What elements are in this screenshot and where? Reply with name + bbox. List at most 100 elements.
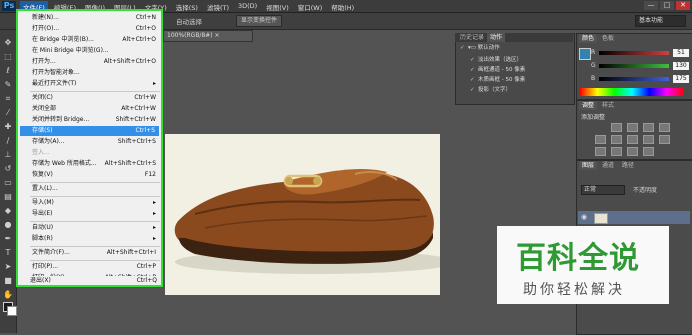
healing-brush-tool-icon[interactable]: ✚ bbox=[3, 122, 13, 132]
color-balance-icon[interactable] bbox=[627, 135, 638, 144]
menu-item-place[interactable]: 置入(L)... bbox=[30, 184, 160, 194]
type-tool-icon[interactable]: T bbox=[3, 248, 13, 258]
visibility-eye-icon[interactable]: ◉ bbox=[581, 213, 587, 221]
pen-tool-icon[interactable]: ✒ bbox=[3, 234, 13, 244]
menu-item-open[interactable]: 打开(O)... Ctrl+O bbox=[30, 24, 160, 34]
menu-item-save-as[interactable]: 存储为(A)... Shift+Ctrl+S bbox=[30, 137, 160, 147]
menu-item-close-all[interactable]: 关闭全部 Alt+Ctrl+W bbox=[30, 104, 160, 114]
levels-icon[interactable] bbox=[627, 123, 638, 132]
checkmark-icon[interactable]: ✓ bbox=[470, 86, 475, 95]
close-button[interactable]: ✕ bbox=[676, 1, 690, 10]
menu-item-print[interactable]: 打印(P)... Ctrl+P bbox=[30, 262, 160, 272]
show-transform-button[interactable]: 显示变换控件 bbox=[236, 15, 283, 27]
history-brush-tool-icon[interactable]: ↺ bbox=[3, 164, 13, 174]
brush-tool-icon[interactable]: ∕ bbox=[3, 136, 13, 146]
workspace-dropdown[interactable]: 基本功能 bbox=[635, 15, 686, 27]
tab-history[interactable]: 历史记录 bbox=[457, 33, 487, 42]
menu-item-open-as[interactable]: 打开为... Alt+Shift+Ctrl+O bbox=[30, 57, 160, 67]
curves-icon[interactable] bbox=[643, 123, 654, 132]
menu-help[interactable]: 帮助(H) bbox=[328, 1, 357, 13]
menu-item-export[interactable]: 导出(E) ▸ bbox=[30, 209, 160, 219]
brightness-icon[interactable] bbox=[611, 123, 622, 132]
menu-window[interactable]: 窗口(W) bbox=[295, 1, 326, 13]
action-row[interactable]: ✓ 淡出效果（选区） bbox=[470, 56, 582, 65]
menu-item-open-smart-object[interactable]: 打开为智能对象... bbox=[30, 68, 160, 78]
action-row[interactable]: ✓ 投影（文字） bbox=[470, 86, 582, 95]
document-tab[interactable]: 100%(RGB/8#) × bbox=[163, 30, 253, 42]
exposure-icon[interactable] bbox=[659, 123, 670, 132]
channel-r-slider[interactable] bbox=[599, 51, 669, 55]
menu-item-browse-mini-bridge[interactable]: 在 Mini Bridge 中浏览(G)... bbox=[30, 46, 160, 56]
menu-item-label: 打印(P)... bbox=[32, 263, 59, 270]
menu-item-new[interactable]: 新建(N)... Ctrl+N bbox=[30, 13, 160, 23]
gradient-tool-icon[interactable]: ▤ bbox=[3, 192, 13, 202]
crop-tool-icon[interactable]: ⌗ bbox=[3, 94, 13, 104]
action-row[interactable]: ✓ 木质画框 - 50 像素 bbox=[470, 76, 582, 85]
eraser-tool-icon[interactable]: ▭ bbox=[3, 178, 13, 188]
color-spectrum-bar[interactable] bbox=[580, 88, 684, 96]
marquee-tool-icon[interactable]: ⬚ bbox=[3, 52, 13, 62]
checkmark-icon[interactable]: ✓ bbox=[470, 66, 475, 75]
checkmark-icon[interactable]: ✓ bbox=[460, 44, 465, 53]
channel-b-value[interactable]: 175 bbox=[673, 75, 689, 83]
photo-filter-icon[interactable] bbox=[659, 135, 670, 144]
channel-g-slider[interactable] bbox=[599, 64, 669, 68]
channel-g-value[interactable]: 130 bbox=[673, 62, 689, 70]
tab-swatches[interactable]: 色板 bbox=[599, 34, 617, 43]
action-set-row[interactable]: ✓ ▾▭ 默认动作 bbox=[460, 44, 572, 53]
move-tool-icon[interactable]: ✥ bbox=[3, 38, 13, 48]
dodge-tool-icon[interactable]: ● bbox=[3, 220, 13, 230]
threshold-icon[interactable] bbox=[627, 147, 638, 156]
path-select-tool-icon[interactable]: ➤ bbox=[3, 262, 13, 272]
action-row[interactable]: ✓ 画框通道 - 50 像素 bbox=[470, 66, 582, 75]
tab-actions[interactable]: 动作 bbox=[487, 33, 506, 42]
posterize-icon[interactable] bbox=[611, 147, 622, 156]
tab-paths[interactable]: 路径 bbox=[619, 161, 637, 170]
blend-mode-select[interactable]: 正常 bbox=[581, 185, 625, 195]
tab-channels[interactable]: 通道 bbox=[599, 161, 617, 170]
menu-item-save[interactable]: 存储(S) Ctrl+S bbox=[20, 126, 159, 136]
checkmark-icon[interactable]: ✓ bbox=[470, 56, 475, 65]
image-canvas[interactable] bbox=[165, 134, 455, 295]
menu-item-recent-files[interactable]: 最近打开文件(T) ▸ bbox=[30, 79, 160, 89]
gradient-map-icon[interactable] bbox=[643, 147, 654, 156]
tab-adjustments[interactable]: 调整 bbox=[579, 101, 598, 110]
menu-3d[interactable]: 3D(D) bbox=[235, 1, 260, 13]
channel-b-slider[interactable] bbox=[599, 77, 669, 81]
auto-select-label[interactable]: 自动选择 bbox=[176, 16, 202, 26]
tab-color[interactable]: 颜色 bbox=[579, 34, 598, 43]
menu-view[interactable]: 视图(V) bbox=[263, 1, 292, 13]
menu-item-save-for-web[interactable]: 存储为 Web 所用格式... Alt+Shift+Ctrl+S bbox=[30, 159, 160, 169]
foreground-color-chip[interactable] bbox=[579, 48, 591, 60]
menu-item-close-goto-bridge[interactable]: 关闭并转到 Bridge... Shift+Ctrl+W bbox=[30, 115, 160, 125]
vibrance-icon[interactable] bbox=[595, 135, 606, 144]
lasso-tool-icon[interactable]: ℓ bbox=[3, 66, 13, 76]
blur-tool-icon[interactable]: ◆ bbox=[3, 206, 13, 216]
menu-item-browse-bridge[interactable]: 在 Bridge 中浏览(B)... Alt+Ctrl+O bbox=[30, 35, 160, 45]
quick-select-tool-icon[interactable]: ✎ bbox=[3, 80, 13, 90]
minimize-button[interactable]: — bbox=[644, 1, 658, 10]
eyedropper-tool-icon[interactable]: ⁄ bbox=[3, 108, 13, 118]
clone-stamp-tool-icon[interactable]: ⊥ bbox=[3, 150, 13, 160]
menu-item-exit[interactable]: 退出(X) Ctrl+Q bbox=[16, 276, 163, 287]
menu-item-scripts[interactable]: 脚本(R) ▸ bbox=[30, 234, 160, 244]
hand-tool-icon[interactable]: ✋ bbox=[3, 290, 13, 300]
tab-styles[interactable]: 样式 bbox=[599, 101, 617, 110]
menu-item-revert[interactable]: 恢复(V) F12 bbox=[30, 170, 160, 180]
black-white-icon[interactable] bbox=[643, 135, 654, 144]
shape-tool-icon[interactable]: ■ bbox=[3, 276, 13, 286]
hue-saturation-icon[interactable] bbox=[611, 135, 622, 144]
background-color-swatch[interactable] bbox=[7, 306, 17, 316]
menu-filter[interactable]: 滤镜(T) bbox=[204, 1, 232, 13]
channel-r-value[interactable]: 51 bbox=[673, 49, 689, 57]
menu-select[interactable]: 选择(S) bbox=[173, 1, 201, 13]
menu-item-import[interactable]: 导入(M) ▸ bbox=[30, 198, 160, 208]
tab-layers[interactable]: 图层 bbox=[579, 161, 598, 170]
maximize-button[interactable]: □ bbox=[660, 1, 674, 10]
menu-item-file-info[interactable]: 文件简介(F)... Alt+Shift+Ctrl+I bbox=[30, 248, 160, 258]
checkmark-icon[interactable]: ✓ bbox=[470, 76, 475, 85]
menu-item-automate[interactable]: 自动(U) ▸ bbox=[30, 223, 160, 233]
menu-item-close[interactable]: 关闭(C) Ctrl+W bbox=[30, 93, 160, 103]
invert-icon[interactable] bbox=[595, 147, 606, 156]
menu-item-shortcut: Alt+Ctrl+W bbox=[121, 105, 156, 112]
